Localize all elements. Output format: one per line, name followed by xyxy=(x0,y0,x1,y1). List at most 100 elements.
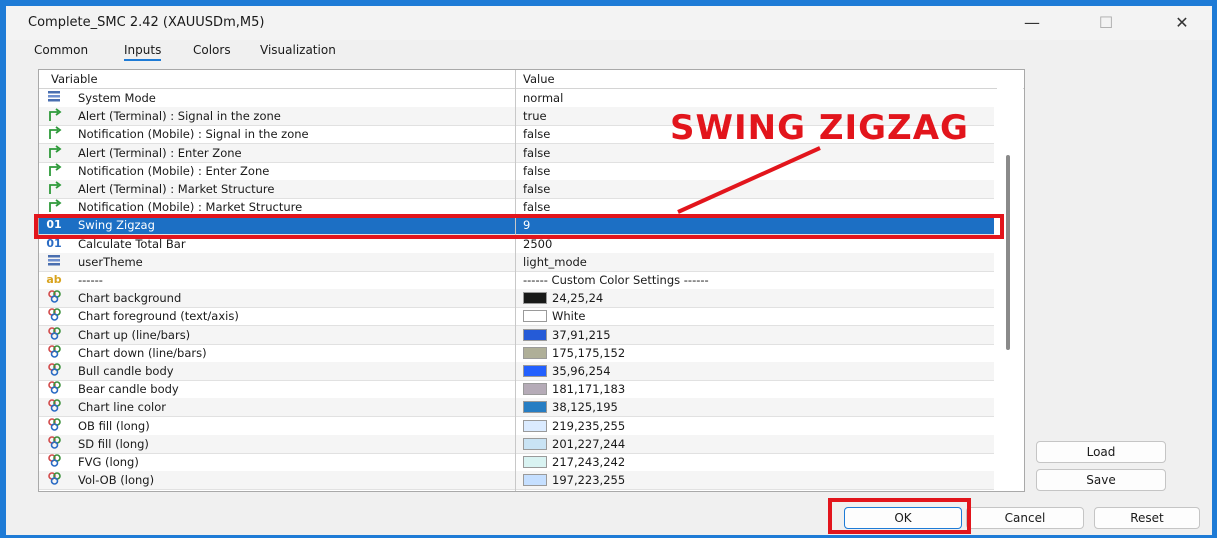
value-cell[interactable]: false xyxy=(523,164,550,178)
variable-name: Chart up (line/bars) xyxy=(78,327,191,342)
enum-icon xyxy=(46,90,62,106)
variable-name: ------ xyxy=(78,273,103,287)
value-cell[interactable]: 197,223,255 xyxy=(552,473,625,487)
value-cell[interactable]: false xyxy=(523,127,550,141)
reset-button[interactable]: Reset xyxy=(1094,507,1200,529)
grid-row[interactable]: Bull candle body 35,96,254 xyxy=(39,362,994,381)
palette-icon xyxy=(46,308,62,324)
variable-name: Notification (Mobile) : Signal in the zo… xyxy=(78,127,309,142)
header-variable[interactable]: Variable xyxy=(51,72,98,86)
color-swatch[interactable] xyxy=(523,310,547,323)
bool-arrow-icon xyxy=(46,144,62,161)
color-swatch[interactable] xyxy=(523,401,547,414)
variable-name: Chart line color xyxy=(78,400,166,415)
palette-icon xyxy=(46,326,62,343)
color-swatch[interactable] xyxy=(523,474,547,487)
value-cell[interactable]: 35,96,254 xyxy=(552,364,611,378)
palette-icon xyxy=(46,435,62,452)
value-cell[interactable]: 175,175,152 xyxy=(552,346,625,360)
grid-row[interactable]: OB fill (long) 219,235,255 xyxy=(39,417,994,436)
value-cell[interactable]: 37,91,215 xyxy=(552,328,611,342)
grid-row[interactable]: SD fill (long) 201,227,244 xyxy=(39,434,994,454)
value-cell[interactable]: false xyxy=(523,200,550,214)
variable-name: Chart down (line/bars) xyxy=(78,345,207,360)
grid-row[interactable]: Chart background 24,25,24 xyxy=(39,289,994,309)
minimize-button[interactable]: — xyxy=(1012,8,1052,38)
variable-name: Alert (Terminal) : Market Structure xyxy=(78,182,275,196)
save-button[interactable]: Save xyxy=(1036,469,1166,491)
grid-row[interactable]: Chart foreground (text/axis) White xyxy=(39,307,994,327)
cancel-button[interactable]: Cancel xyxy=(966,507,1084,529)
grid-header: Variable Value xyxy=(39,70,1024,89)
color-swatch[interactable] xyxy=(523,365,547,377)
color-swatch[interactable] xyxy=(523,346,547,359)
variable-name: Vol-OB (long) xyxy=(78,473,155,488)
header-value[interactable]: Value xyxy=(523,72,555,86)
variable-name: Alert (Terminal) : Signal in the zone xyxy=(78,109,281,124)
close-button[interactable]: ✕ xyxy=(1162,8,1202,38)
variable-name: SD fill (long) xyxy=(78,436,149,451)
value-cell[interactable]: true xyxy=(523,109,547,123)
grid-row[interactable]: ab ------ ------ Custom Color Settings ---… xyxy=(39,271,994,290)
value-cell[interactable]: 181,171,183 xyxy=(552,382,625,396)
color-swatch[interactable] xyxy=(523,419,547,432)
value-cell[interactable]: 24,25,24 xyxy=(552,291,603,305)
value-cell[interactable]: 38,125,195 xyxy=(552,400,618,414)
grid-row[interactable]: Chart line color 38,125,195 xyxy=(39,398,994,418)
color-swatch[interactable] xyxy=(523,328,547,341)
variable-name: userTheme xyxy=(78,254,143,269)
grid-row[interactable]: Chart up (line/bars) 37,91,215 xyxy=(39,325,994,345)
enum-icon xyxy=(46,254,62,270)
bool-arrow-icon xyxy=(46,163,62,179)
grid-row[interactable]: userTheme light_mode xyxy=(39,252,994,272)
grid-row[interactable]: Bear candle body 181,171,183 xyxy=(39,380,994,400)
grid-row[interactable]: Notification (Mobile) : Enter Zone false xyxy=(39,162,994,181)
value-cell[interactable]: false xyxy=(523,146,550,160)
value-cell[interactable]: normal xyxy=(523,91,563,105)
value-cell[interactable]: false xyxy=(523,182,550,196)
tab-common[interactable]: Common xyxy=(34,43,88,57)
color-swatch[interactable] xyxy=(523,456,547,468)
variable-name: Bear candle body xyxy=(78,382,179,397)
palette-icon xyxy=(46,344,62,361)
string-icon: ab xyxy=(46,273,62,286)
tab-inputs[interactable]: Inputs xyxy=(124,43,162,61)
bool-arrow-icon xyxy=(46,199,62,215)
variable-name: Chart foreground (text/axis) xyxy=(78,309,239,324)
palette-icon xyxy=(46,363,62,379)
title-bar[interactable]: Complete_SMC 2.42 (XAUUSDm,M5) — ☐ ✕ xyxy=(6,6,1212,40)
annotation-arrow xyxy=(677,146,821,214)
palette-icon xyxy=(46,399,62,415)
tab-bar: Common Inputs Colors Visualization xyxy=(6,40,1212,64)
value-cell[interactable]: 219,235,255 xyxy=(552,419,625,433)
maximize-button[interactable]: ☐ xyxy=(1086,8,1126,38)
load-button[interactable]: Load xyxy=(1036,441,1166,463)
value-cell[interactable]: ------ Custom Color Settings ------ xyxy=(523,273,709,287)
grid-row[interactable]: FVG (long) 217,243,242 xyxy=(39,453,994,472)
bool-arrow-icon xyxy=(46,126,62,142)
variable-name: Notification (Mobile) : Enter Zone xyxy=(78,163,270,178)
value-cell[interactable]: light_mode xyxy=(523,255,587,269)
vertical-scrollbar[interactable] xyxy=(997,88,1023,490)
variable-name: Alert (Terminal) : Enter Zone xyxy=(78,145,242,160)
window-title: Complete_SMC 2.42 (XAUUSDm,M5) xyxy=(28,15,265,30)
palette-icon xyxy=(46,381,62,397)
scrollbar-thumb[interactable] xyxy=(1006,155,1010,350)
column-separator xyxy=(515,70,516,491)
color-swatch[interactable] xyxy=(523,292,547,305)
grid-row[interactable]: Chart down (line/bars) 175,175,152 xyxy=(39,344,994,363)
grid-row[interactable]: System Mode normal xyxy=(39,89,994,108)
tab-colors[interactable]: Colors xyxy=(193,43,231,57)
palette-icon xyxy=(46,290,62,306)
value-cell[interactable]: 217,243,242 xyxy=(552,455,625,469)
color-swatch[interactable] xyxy=(523,437,547,450)
variable-name: Chart background xyxy=(78,291,182,306)
value-cell[interactable]: 201,227,244 xyxy=(552,437,625,451)
value-cell[interactable]: White xyxy=(552,309,585,323)
tab-visualization[interactable]: Visualization xyxy=(260,43,336,57)
variable-name: Notification (Mobile) : Market Structure xyxy=(78,200,303,215)
grid-row[interactable]: Vol-OB (long) 197,223,255 xyxy=(39,471,994,491)
color-swatch[interactable] xyxy=(523,383,547,396)
grid-row[interactable]: Alert (Terminal) : Market Structure false xyxy=(39,180,994,199)
variable-name: Bull candle body xyxy=(78,364,174,378)
